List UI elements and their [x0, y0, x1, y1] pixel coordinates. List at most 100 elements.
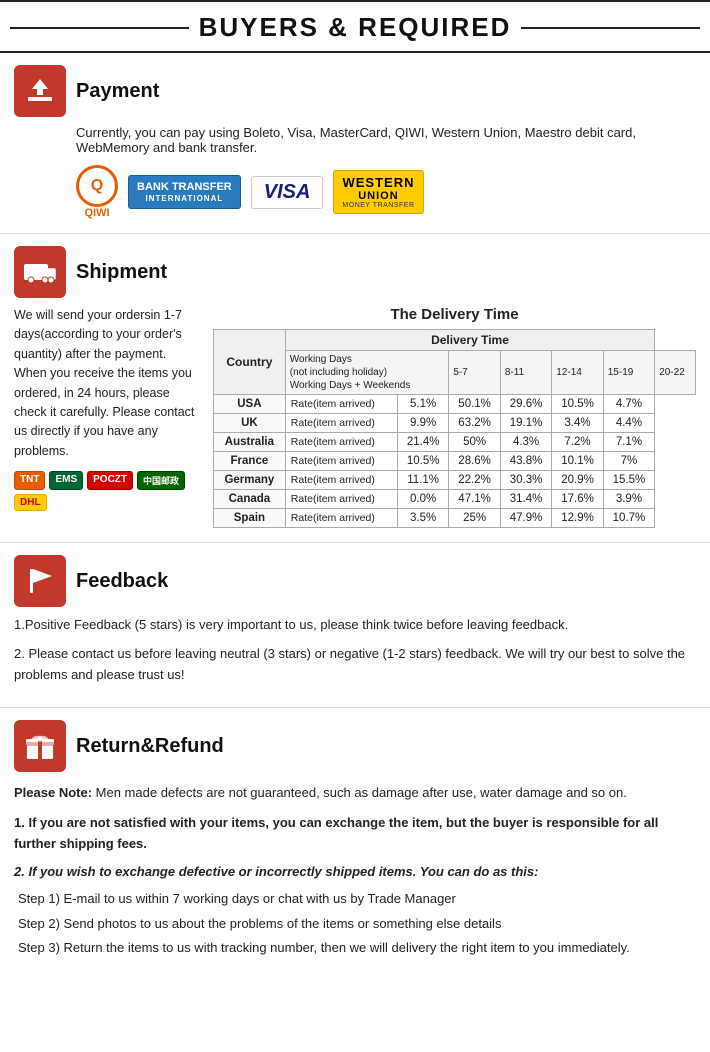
shipment-title-row: Shipment — [14, 246, 696, 298]
rate-value-cell: 63.2% — [449, 414, 500, 433]
rate-value-cell: 50.1% — [449, 395, 500, 414]
feedback-title-row: Feedback — [14, 555, 696, 607]
qiwi-label: QIWI — [84, 207, 109, 219]
country-cell: UK — [214, 414, 286, 433]
rate-value-cell: 11.1% — [397, 471, 448, 490]
table-row: USARate(item arrived)5.1%50.1%29.6%10.5%… — [214, 395, 696, 414]
feedback-point2: 2. Please contact us before leaving neut… — [14, 644, 696, 686]
bank-transfer-logo: BANK TRANSFER INTERNATIONAL — [128, 175, 241, 210]
rate-value-cell: 12.9% — [552, 509, 603, 528]
rate-value-cell: 28.6% — [449, 452, 500, 471]
bank-label: BANK TRANSFER — [137, 180, 232, 194]
bank-sub-label: INTERNATIONAL — [137, 194, 232, 204]
rate-type-cell: Rate(item arrived) — [285, 414, 397, 433]
range-15-19: 15-19 — [603, 351, 654, 395]
col-delivery-time: Delivery Time — [285, 330, 654, 351]
rate-value-cell: 4.4% — [603, 414, 654, 433]
payment-icon — [14, 65, 66, 117]
return-note-label: Please Note: — [14, 785, 92, 800]
qiwi-circle: Q — [76, 165, 118, 207]
shipment-section: Shipment We will send your ordersin 1-7 … — [0, 234, 710, 543]
delivery-title: The Delivery Time — [213, 306, 696, 323]
rate-type-cell: Rate(item arrived) — [285, 452, 397, 471]
chinapost-logo: 中国邮政 — [137, 471, 185, 490]
range-5-7: 5-7 — [449, 351, 500, 395]
rate-value-cell: 7% — [603, 452, 654, 471]
rate-value-cell: 19.1% — [500, 414, 551, 433]
country-cell: France — [214, 452, 286, 471]
return-icon-svg — [23, 729, 57, 763]
rate-value-cell: 43.8% — [500, 452, 551, 471]
feedback-point1: 1.Positive Feedback (5 stars) is very im… — [14, 615, 696, 636]
table-row: GermanyRate(item arrived)11.1%22.2%30.3%… — [214, 471, 696, 490]
ems-logo: EMS — [49, 471, 83, 490]
payment-icon-svg — [24, 75, 56, 107]
visa-label: VISA — [264, 181, 311, 203]
rate-value-cell: 3.9% — [603, 490, 654, 509]
rate-value-cell: 17.6% — [552, 490, 603, 509]
wu-sub-label: MONEY TRANSFER — [342, 202, 414, 209]
visa-logo: VISA — [251, 176, 324, 209]
return-icon — [14, 720, 66, 772]
payment-description: Currently, you can pay using Boleto, Vis… — [76, 125, 696, 155]
feedback-icon — [14, 555, 66, 607]
carrier-logos: TNT EMS POCZT 中国邮政 DHL — [14, 471, 199, 511]
country-cell: Germany — [214, 471, 286, 490]
country-cell: USA — [214, 395, 286, 414]
table-row: FranceRate(item arrived)10.5%28.6%43.8%1… — [214, 452, 696, 471]
country-cell: Australia — [214, 433, 286, 452]
return-note: Please Note: Men made defects are not gu… — [14, 782, 696, 803]
rate-type-cell: Rate(item arrived) — [285, 471, 397, 490]
return-point2: 2. If you wish to exchange defective or … — [14, 861, 696, 882]
western-union-logo: WESTERN UNION MONEY TRANSFER — [333, 170, 423, 214]
return-title: Return&Refund — [76, 735, 224, 758]
payment-title: Payment — [76, 80, 159, 103]
rate-value-cell: 4.3% — [500, 433, 551, 452]
rate-value-cell: 7.1% — [603, 433, 654, 452]
sub-header-days: Working Days(not including holiday)Worki… — [285, 351, 449, 395]
feedback-icon-svg — [22, 563, 58, 599]
rate-value-cell: 0.0% — [397, 490, 448, 509]
table-row: CanadaRate(item arrived)0.0%47.1%31.4%17… — [214, 490, 696, 509]
page-title: BUYERS & REQUIRED — [199, 12, 512, 43]
rate-type-cell: Rate(item arrived) — [285, 395, 397, 414]
rate-value-cell: 10.1% — [552, 452, 603, 471]
rate-value-cell: 5.1% — [397, 395, 448, 414]
payment-title-row: Payment — [14, 65, 696, 117]
range-8-11: 8-11 — [500, 351, 551, 395]
rate-value-cell: 21.4% — [397, 433, 448, 452]
rate-value-cell: 15.5% — [603, 471, 654, 490]
rate-value-cell: 3.5% — [397, 509, 448, 528]
delivery-table: Country Delivery Time Working Days(not i… — [213, 329, 696, 528]
shipment-body-text: We will send your ordersin 1-7 days(acco… — [14, 306, 199, 461]
rate-value-cell: 7.2% — [552, 433, 603, 452]
rate-value-cell: 9.9% — [397, 414, 448, 433]
country-cell: Spain — [214, 509, 286, 528]
wu-top-label: WESTERN — [342, 175, 414, 190]
table-row: SpainRate(item arrived)3.5%25%47.9%12.9%… — [214, 509, 696, 528]
feedback-section: Feedback 1.Positive Feedback (5 stars) i… — [0, 543, 710, 708]
payment-logos: Q QIWI BANK TRANSFER INTERNATIONAL VISA … — [76, 165, 696, 219]
return-content: Please Note: Men made defects are not gu… — [14, 782, 696, 958]
rate-type-cell: Rate(item arrived) — [285, 509, 397, 528]
rate-value-cell: 22.2% — [449, 471, 500, 490]
rate-value-cell: 47.1% — [449, 490, 500, 509]
col-country: Country — [214, 330, 286, 395]
feedback-title: Feedback — [76, 570, 168, 593]
country-cell: Canada — [214, 490, 286, 509]
shipment-title: Shipment — [76, 261, 167, 284]
dhl-logo: DHL — [14, 494, 47, 511]
rate-type-cell: Rate(item arrived) — [285, 433, 397, 452]
return-step3: Step 3) Return the items to us with trac… — [18, 937, 696, 958]
rate-value-cell: 29.6% — [500, 395, 551, 414]
table-row: UKRate(item arrived)9.9%63.2%19.1%3.4%4.… — [214, 414, 696, 433]
return-note-text: Men made defects are not guaranteed, suc… — [92, 785, 627, 800]
page-header: BUYERS & REQUIRED — [0, 0, 710, 53]
rate-value-cell: 30.3% — [500, 471, 551, 490]
header-line-left — [10, 27, 189, 29]
tnt-logo: TNT — [14, 471, 45, 490]
feedback-content: 1.Positive Feedback (5 stars) is very im… — [14, 615, 696, 685]
range-20-22: 20-22 — [655, 351, 696, 395]
rate-value-cell: 31.4% — [500, 490, 551, 509]
rate-value-cell: 3.4% — [552, 414, 603, 433]
